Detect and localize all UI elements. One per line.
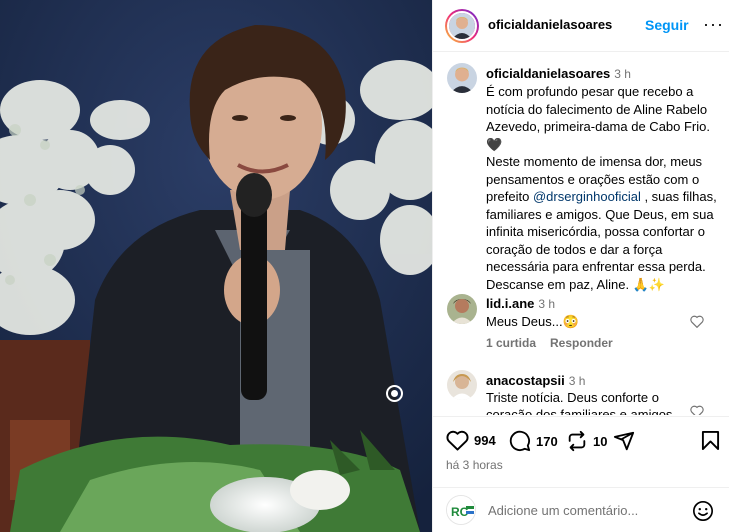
- post-time[interactable]: há 3 horas: [446, 458, 503, 472]
- heart-icon: [446, 430, 469, 451]
- comment-header: anacostapsii 3 h: [486, 373, 585, 388]
- comment-heart-icon[interactable]: [690, 315, 704, 328]
- caption-text: É com profundo pesar que recebo a notíci…: [486, 83, 718, 293]
- repost-button[interactable]: 10: [566, 430, 607, 452]
- comment-likes[interactable]: 1 curtida: [486, 336, 536, 350]
- composer-avatar[interactable]: RC: [446, 495, 476, 525]
- comment-text: Triste notícia. Deus conforte o coração …: [486, 390, 677, 415]
- caption-line2-post: , suas filhas, familiares e amigos. Que …: [486, 189, 717, 292]
- likes-count[interactable]: 994: [474, 433, 496, 448]
- author-username[interactable]: oficialdanielasoares: [488, 17, 612, 32]
- share-button[interactable]: [613, 430, 635, 452]
- post-side-panel: oficialdanielasoares Seguir ··· oficiald…: [432, 0, 729, 532]
- save-button[interactable]: [701, 430, 720, 451]
- bookmark-icon: [701, 431, 720, 450]
- action-bar: 994 170 10 há 3 horas: [433, 416, 729, 496]
- comment-avatar[interactable]: [447, 370, 477, 400]
- sound-icon[interactable]: [386, 385, 403, 402]
- comment-composer: RC: [433, 487, 729, 532]
- comment-header: lid.i.ane 3 h: [486, 296, 555, 311]
- comment-time: 3 h: [568, 374, 586, 388]
- reposts-count[interactable]: 10: [593, 434, 607, 449]
- mention-link[interactable]: @drserginhooficial: [533, 189, 641, 204]
- heart-emoji: 🖤: [486, 136, 503, 152]
- emoji-icon[interactable]: [692, 500, 714, 522]
- reply-button[interactable]: Responder: [550, 336, 613, 350]
- share-icon: [613, 431, 635, 451]
- comment-button[interactable]: 170: [509, 430, 558, 452]
- caption-header: oficialdanielasoares 3 h: [486, 66, 631, 81]
- caption-username[interactable]: oficialdanielasoares: [486, 66, 610, 81]
- comments-count[interactable]: 170: [536, 434, 558, 449]
- comment-input[interactable]: [488, 500, 688, 520]
- more-icon[interactable]: ···: [703, 15, 724, 33]
- repost-icon: [568, 430, 586, 452]
- comments-scroll[interactable]: oficialdanielasoares 3 h É com profundo p…: [433, 53, 729, 415]
- author-avatar[interactable]: [445, 9, 479, 43]
- comment-time: 3 h: [538, 297, 556, 311]
- post-media[interactable]: [0, 0, 432, 532]
- comment-meta: 1 curtida Responder: [486, 336, 627, 350]
- comment-avatar[interactable]: [447, 294, 477, 324]
- comment-username[interactable]: anacostapsii: [486, 373, 565, 388]
- post-photo: [0, 0, 432, 532]
- follow-button[interactable]: Seguir: [645, 17, 689, 33]
- caption-avatar[interactable]: [447, 63, 477, 93]
- comment-heart-icon[interactable]: [690, 405, 704, 415]
- caption-line1: É com profundo pesar que recebo a notíci…: [486, 84, 710, 134]
- comment-username[interactable]: lid.i.ane: [486, 296, 534, 311]
- comment-icon: [509, 430, 531, 452]
- comment-text: Meus Deus...😳: [486, 314, 579, 329]
- post-header: oficialdanielasoares Seguir ···: [433, 0, 729, 52]
- like-button[interactable]: 994: [446, 430, 496, 451]
- caption-time: 3 h: [614, 67, 631, 81]
